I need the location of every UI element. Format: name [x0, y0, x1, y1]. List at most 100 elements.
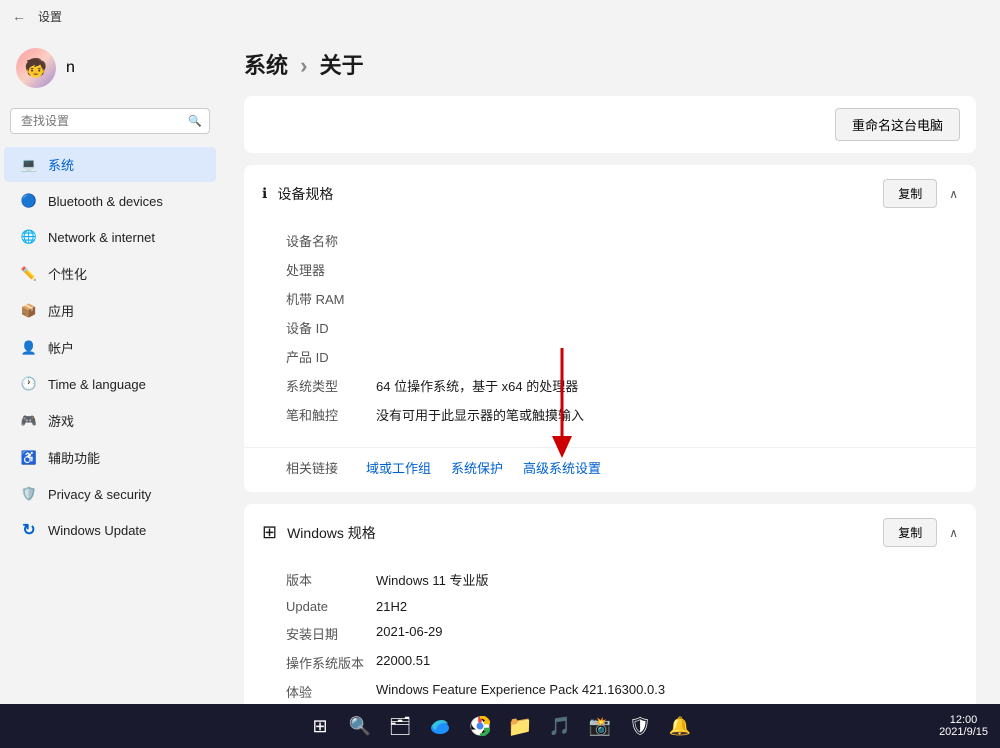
personalization-icon: ✏️ [20, 265, 38, 283]
taskbar-taskview[interactable]: 🗂 [384, 710, 416, 742]
rename-row: 重命名这台电脑 [244, 96, 976, 153]
sidebar-item-bluetooth[interactable]: 🔵 Bluetooth & devices [4, 184, 216, 218]
system-icon: 💻 [20, 156, 38, 174]
info-row-product-id: 产品 ID [286, 342, 958, 371]
device-specs-header-left: ℹ 设备规格 [262, 184, 333, 204]
taskbar-search[interactable]: 🔍 [344, 710, 376, 742]
info-row-pen: 笔和触控 没有可用于此显示器的笔或触摸输入 [286, 400, 958, 429]
windows-specs-title: Windows 规格 [287, 523, 376, 543]
breadcrumb-separator: › [300, 53, 313, 78]
sidebar-item-label: 个性化 [48, 264, 87, 283]
info-row-edition: 版本 Windows 11 专业版 [286, 565, 958, 594]
info-row-experience: 体验 Windows Feature Experience Pack 421.1… [286, 677, 958, 704]
info-value: 22000.51 [376, 653, 430, 672]
related-links-label: 相关链接 [286, 458, 338, 478]
annotation-arrow [537, 348, 587, 458]
device-specs-title: 设备规格 [277, 184, 333, 204]
sidebar-item-apps[interactable]: 📦 应用 [4, 293, 216, 328]
info-value: 2021-06-29 [376, 624, 443, 643]
sidebar-item-label: 帐户 [48, 338, 74, 357]
taskbar: ⊞ 🔍 🗂 📁 🎵 📸 🛡 🔔 12:00 2021/9/15 [0, 704, 1000, 748]
taskbar-start-button[interactable]: ⊞ [304, 710, 336, 742]
sidebar-item-update[interactable]: ↻ Windows Update [4, 513, 216, 547]
sidebar-item-label: Windows Update [48, 523, 146, 538]
device-specs-header[interactable]: ℹ 设备规格 复制 ∧ [244, 165, 976, 222]
sidebar-item-privacy[interactable]: 🛡️ Privacy & security [4, 477, 216, 511]
sidebar-item-label: Network & internet [48, 230, 155, 245]
info-row-system-type: 系统类型 64 位操作系统，基于 x64 的处理器 [286, 371, 958, 400]
link-advanced-settings[interactable]: 高级系统设置 [523, 461, 601, 477]
taskbar-clock: 12:00 2021/9/15 [939, 714, 988, 738]
page-header: 系统 › 关于 [244, 48, 976, 80]
gaming-icon: 🎮 [20, 412, 38, 430]
sidebar-item-personalization[interactable]: ✏️ 个性化 [4, 256, 216, 291]
privacy-icon: 🛡️ [20, 485, 38, 503]
bluetooth-icon: 🔵 [20, 192, 38, 210]
sidebar-item-network[interactable]: 🌐 Network & internet [4, 220, 216, 254]
taskbar-icon6[interactable]: 🎵 [544, 710, 576, 742]
info-row-os-version: 操作系统版本 22000.51 [286, 648, 958, 677]
info-label: 机带 RAM [286, 289, 376, 308]
link-domain[interactable]: 域或工作组 [366, 458, 431, 478]
titlebar-title: 设置 [38, 8, 62, 25]
accounts-icon: 👤 [20, 339, 38, 357]
search-icon: 🔍 [188, 115, 202, 128]
taskbar-right-area: 12:00 2021/9/15 [939, 714, 988, 738]
info-row-device-name: 设备名称 [286, 226, 958, 255]
info-row-install-date: 安装日期 2021-06-29 [286, 619, 958, 648]
windows-specs-copy-button[interactable]: 复制 [883, 518, 937, 547]
sidebar-item-accounts[interactable]: 👤 帐户 [4, 330, 216, 365]
windows-specs-card: ⊞ Windows 规格 复制 ∧ 版本 Windows 11 专业版 Upda… [244, 504, 976, 704]
info-icon: ℹ [262, 185, 267, 202]
sidebar-item-gaming[interactable]: 🎮 游戏 [4, 403, 216, 438]
info-value: Windows Feature Experience Pack 421.1630… [376, 682, 665, 701]
sidebar-item-label: Bluetooth & devices [48, 194, 163, 209]
network-icon: 🌐 [20, 228, 38, 246]
taskbar-edge[interactable] [424, 710, 456, 742]
sidebar-item-label: 辅助功能 [48, 448, 100, 467]
sidebar: 🧒 n 🔍 💻 系统 🔵 Bluetooth & devices 🌐 Netwo… [0, 32, 220, 704]
info-value: Windows 11 专业版 [376, 570, 488, 589]
device-specs-body: 设备名称 处理器 机带 RAM 设备 ID 产品 ID [244, 222, 976, 443]
rename-button[interactable]: 重命名这台电脑 [835, 108, 960, 141]
sidebar-item-label: 应用 [48, 301, 74, 320]
taskbar-icon8[interactable]: 🛡 [624, 710, 656, 742]
back-button[interactable]: ← [12, 8, 26, 24]
device-specs-chevron: ∧ [949, 187, 958, 201]
link-protection[interactable]: 系统保护 [451, 458, 503, 478]
update-icon: ↻ [20, 521, 38, 539]
info-label: Update [286, 599, 376, 614]
info-label: 处理器 [286, 260, 376, 279]
taskbar-chrome[interactable] [464, 710, 496, 742]
sidebar-item-label: 系统 [48, 155, 74, 174]
accessibility-icon: ♿ [20, 449, 38, 467]
device-specs-header-right: 复制 ∧ [883, 179, 958, 208]
apps-icon: 📦 [20, 302, 38, 320]
info-label: 安装日期 [286, 624, 376, 643]
sidebar-profile: 🧒 n [0, 40, 220, 104]
windows-specs-header[interactable]: ⊞ Windows 规格 复制 ∧ [244, 504, 976, 561]
info-label: 系统类型 [286, 376, 376, 395]
sidebar-item-time[interactable]: 🕐 Time & language [4, 367, 216, 401]
info-label: 设备 ID [286, 318, 376, 337]
device-specs-copy-button[interactable]: 复制 [883, 179, 937, 208]
sidebar-item-system[interactable]: 💻 系统 [4, 147, 216, 182]
info-row-update: Update 21H2 [286, 594, 958, 619]
breadcrumb-current: 关于 [320, 53, 364, 78]
titlebar: ← 设置 [0, 0, 1000, 32]
device-specs-card: ℹ 设备规格 复制 ∧ 设备名称 处理器 机带 RAM [244, 165, 976, 492]
avatar: 🧒 [16, 48, 56, 88]
info-label: 体验 [286, 682, 376, 701]
info-row-device-id: 设备 ID [286, 313, 958, 342]
info-label: 设备名称 [286, 231, 376, 250]
info-row-ram: 机带 RAM [286, 284, 958, 313]
taskbar-icon7[interactable]: 📸 [584, 710, 616, 742]
search-input[interactable] [10, 108, 210, 134]
sidebar-item-accessibility[interactable]: ♿ 辅助功能 [4, 440, 216, 475]
taskbar-fileexplorer[interactable]: 📁 [504, 710, 536, 742]
windows-icon: ⊞ [262, 522, 277, 543]
taskbar-icon9[interactable]: 🔔 [664, 710, 696, 742]
breadcrumb-parent: 系统 [244, 53, 288, 78]
related-links-row: 相关链接 域或工作组 系统保护 高级系统设置 [244, 447, 976, 492]
content-area: 系统 › 关于 重命名这台电脑 ℹ 设备规格 复制 ∧ 设备名称 [220, 32, 1000, 704]
